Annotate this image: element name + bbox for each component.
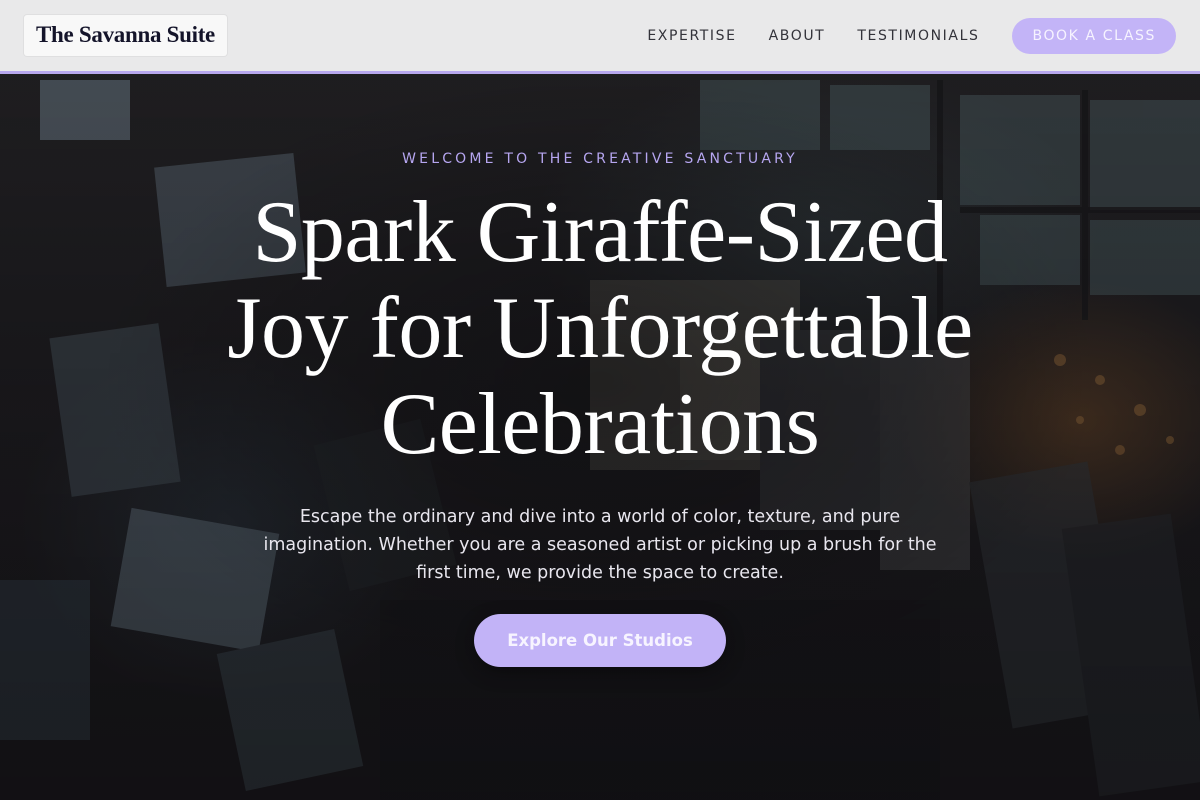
- page: The Savanna Suite EXPERTISE ABOUT TESTIM…: [0, 0, 1200, 800]
- hero-headline-line-1: Spark Giraffe-Sized: [252, 184, 948, 281]
- hero-headline: Spark Giraffe-Sized Joy for Unforgettabl…: [0, 185, 1200, 473]
- brand-logo[interactable]: The Savanna Suite: [24, 15, 227, 56]
- hero-subtext: Escape the ordinary and dive into a worl…: [263, 507, 937, 583]
- book-a-class-button[interactable]: BOOK A CLASS: [1012, 17, 1176, 54]
- nav-link-expertise[interactable]: EXPERTISE: [647, 28, 736, 44]
- nav-link-testimonials[interactable]: TESTIMONIALS: [857, 28, 979, 44]
- nav-link-about[interactable]: ABOUT: [769, 28, 826, 44]
- hero-eyebrow: WELCOME TO THE CREATIVE SANCTUARY: [402, 151, 798, 167]
- hero-section: WELCOME TO THE CREATIVE SANCTUARY Spark …: [0, 74, 1200, 667]
- hero-headline-line-2: Joy for Unforgettable: [227, 280, 973, 377]
- hero-headline-line-3: Celebrations: [380, 376, 820, 473]
- explore-studios-button[interactable]: Explore Our Studios: [474, 614, 726, 667]
- navbar: The Savanna Suite EXPERTISE ABOUT TESTIM…: [0, 0, 1200, 74]
- nav-links: EXPERTISE ABOUT TESTIMONIALS BOOK A CLAS…: [647, 17, 1176, 54]
